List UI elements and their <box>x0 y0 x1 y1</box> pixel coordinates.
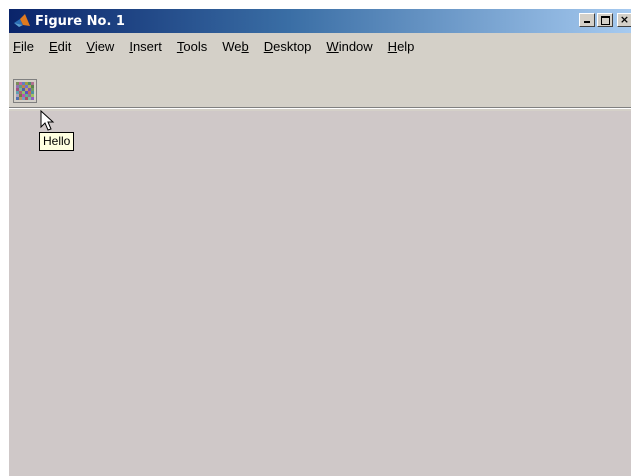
menu-tools[interactable]: Tools <box>171 39 213 54</box>
window-title: Figure No. 1 <box>35 13 125 29</box>
figure-window: Figure No. 1 × File Edit View Insert Too… <box>8 8 631 476</box>
menu-view[interactable]: View <box>80 39 120 54</box>
menu-window[interactable]: Window <box>320 39 378 54</box>
toolbar-image-button[interactable] <box>13 79 37 103</box>
tooltip: Hello <box>39 132 75 151</box>
close-button[interactable]: × <box>617 13 631 27</box>
mouse-pointer-icon <box>40 110 55 131</box>
menu-insert[interactable]: Insert <box>123 39 168 54</box>
figure-canvas[interactable] <box>9 111 631 476</box>
maximize-button[interactable] <box>597 13 613 27</box>
menu-help[interactable]: Help <box>382 39 421 54</box>
menu-bar: File Edit View Insert Tools Web Desktop … <box>9 33 631 59</box>
window-controls: × <box>579 13 631 27</box>
toolbar <box>9 60 631 109</box>
menu-edit[interactable]: Edit <box>43 39 77 54</box>
title-bar[interactable]: Figure No. 1 × <box>9 9 631 33</box>
matlab-logo-icon <box>14 14 30 27</box>
menu-desktop[interactable]: Desktop <box>258 39 318 54</box>
noise-image-icon <box>16 82 34 100</box>
menu-web[interactable]: Web <box>216 39 255 54</box>
menu-file[interactable]: File <box>9 39 40 54</box>
minimize-button[interactable] <box>579 13 595 27</box>
